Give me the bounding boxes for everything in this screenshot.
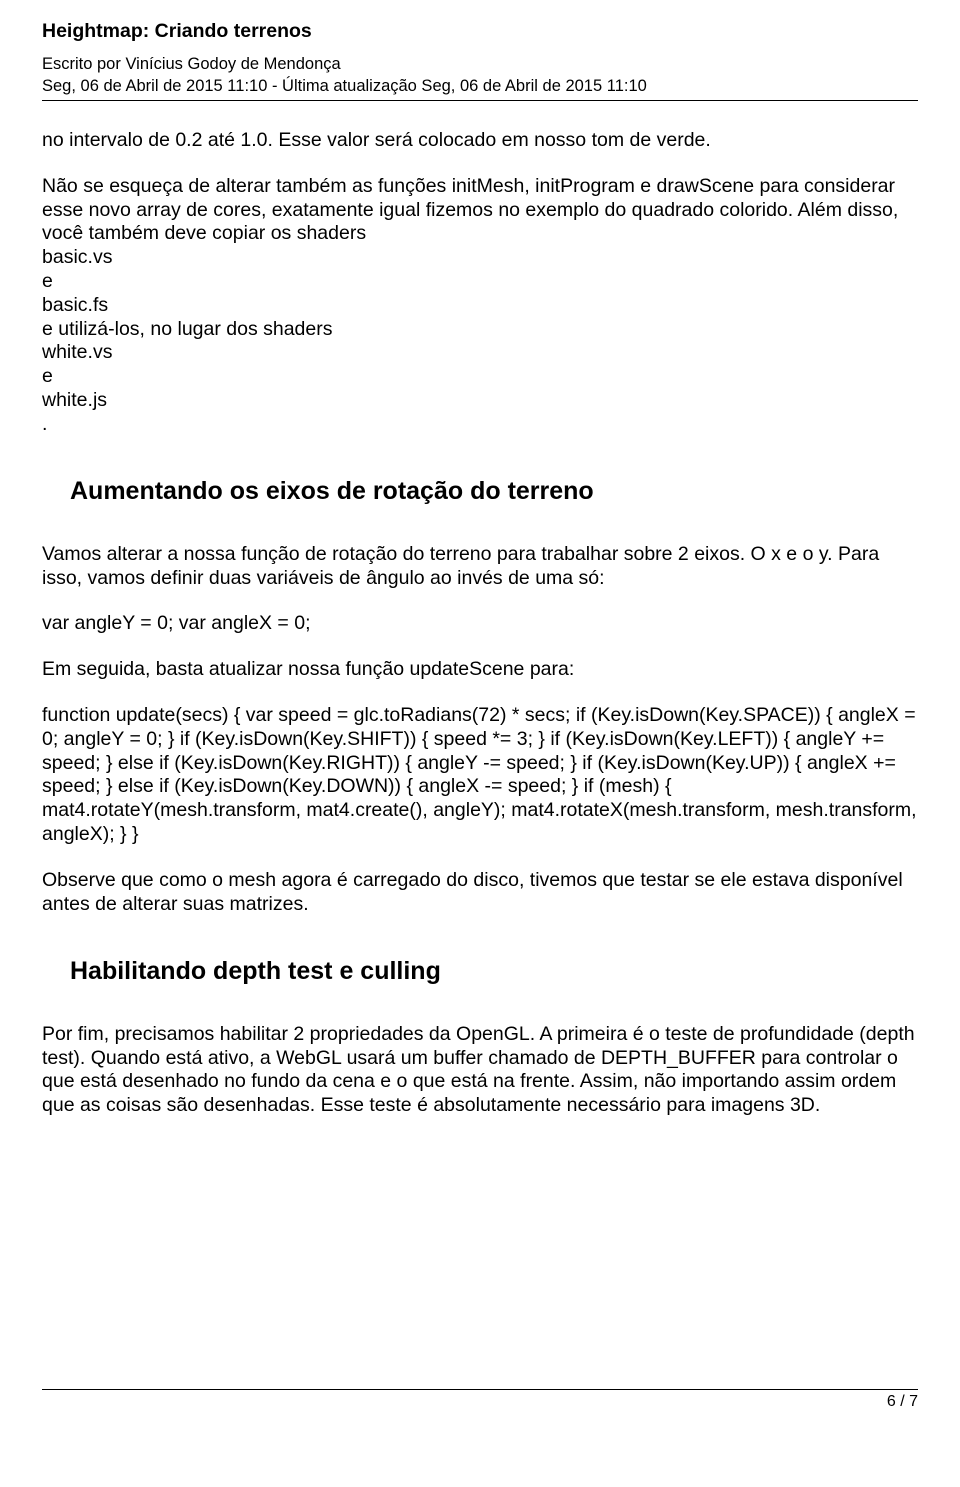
section-heading-rotation: Aumentando os eixos de rotação do terren…	[70, 476, 918, 507]
text: .	[42, 413, 47, 435]
footer: 6 / 7	[42, 1389, 918, 1412]
page-number: 6 / 7	[42, 1392, 918, 1412]
section-heading-depth: Habilitando depth test e culling	[70, 956, 918, 987]
doc-author: Escrito por Vinícius Godoy de Mendonça	[42, 54, 918, 74]
doc-title: Heightmap: Criando terrenos	[42, 20, 918, 44]
paragraph: no intervalo de 0.2 até 1.0. Esse valor …	[42, 129, 918, 153]
text: Não se esqueça de alterar também as funç…	[42, 175, 898, 245]
text: e utilizá-los, no lugar dos shaders	[42, 318, 333, 340]
footer-rule	[42, 1389, 918, 1390]
header-rule	[42, 100, 918, 101]
doc-dates: Seg, 06 de Abril de 2015 11:10 - Última …	[42, 76, 918, 96]
paragraph: Observe que como o mesh agora é carregad…	[42, 869, 918, 917]
text: e	[42, 270, 53, 292]
text: white.js	[42, 389, 107, 411]
code-block: function update(secs) { var speed = glc.…	[42, 704, 918, 847]
code-block: var angleY = 0; var angleX = 0;	[42, 612, 918, 636]
paragraph: Não se esqueça de alterar também as funç…	[42, 175, 918, 437]
text: basic.vs	[42, 246, 112, 268]
text: basic.fs	[42, 294, 108, 316]
paragraph: Por fim, precisamos habilitar 2 propried…	[42, 1023, 918, 1118]
text: white.vs	[42, 341, 112, 363]
paragraph: Em seguida, basta atualizar nossa função…	[42, 658, 918, 682]
text: e	[42, 365, 53, 387]
paragraph: Vamos alterar a nossa função de rotação …	[42, 543, 918, 591]
